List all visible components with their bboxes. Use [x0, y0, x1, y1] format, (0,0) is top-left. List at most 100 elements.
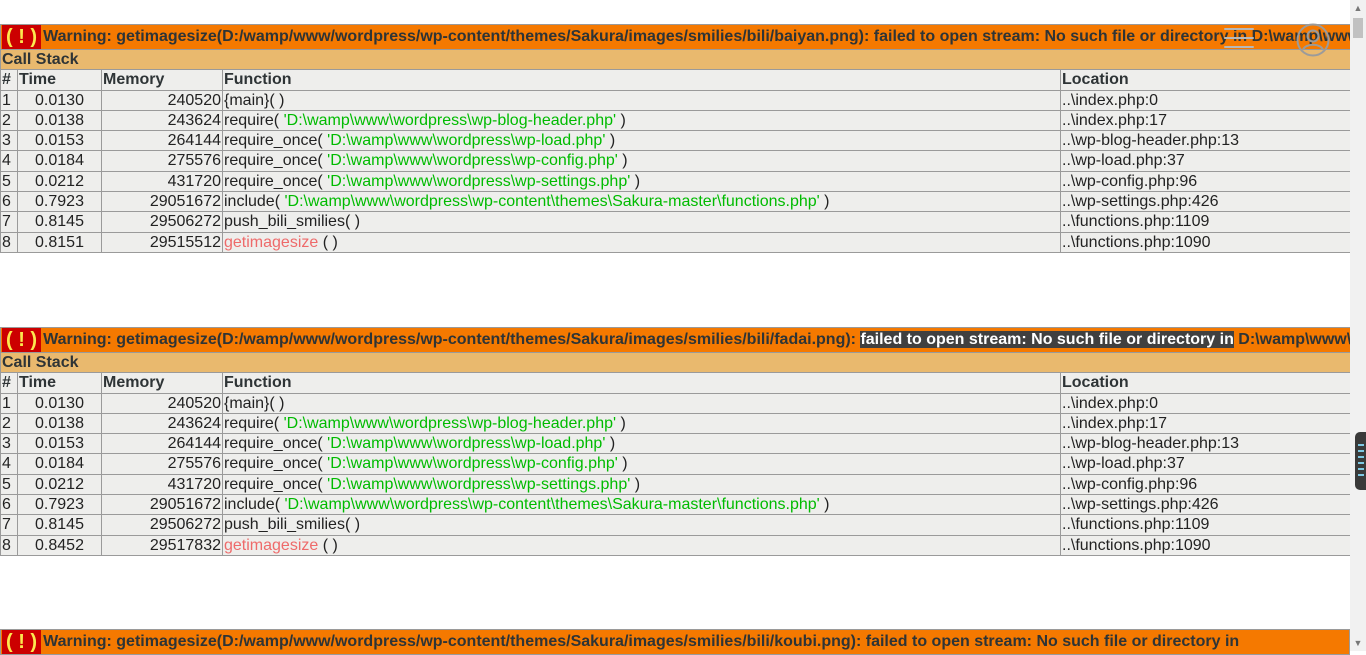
frame-time: 0.0130	[17, 392, 102, 414]
frame-location: ..\index.php:17	[1059, 109, 1352, 132]
frame-memory: 243624	[101, 412, 223, 435]
function-argument: 'D:\wamp\www\wordpress\wp-content\themes…	[284, 496, 820, 514]
frame-number: 5	[0, 473, 18, 496]
function-name[interactable]: getimagesize	[224, 234, 318, 251]
frame-number: 8	[0, 534, 18, 556]
function-name: {main}( )	[224, 91, 285, 109]
frame-function: include( 'D:\wamp\www\wordpress\wp-conte…	[222, 191, 1061, 213]
frame-location: ..\functions.php:1109	[1059, 211, 1352, 233]
frame-time: 0.0184	[17, 150, 102, 172]
xdebug-error-table: ( ! ) Warning: getimagesize(D:/wamp/www/w…	[0, 629, 1350, 655]
frame-time: 0.7923	[17, 494, 102, 516]
user-account-icon[interactable]	[1296, 23, 1330, 57]
frame-number: 3	[0, 433, 18, 455]
scrollbar-thumb[interactable]	[1353, 18, 1363, 38]
function-name: push_bili_smilies( )	[224, 213, 361, 231]
frame-number: 6	[0, 494, 18, 516]
function-closing: )	[630, 475, 641, 493]
frame-location: ..\wp-settings.php:426	[1059, 494, 1352, 516]
frame-location: ..\functions.php:1109	[1059, 514, 1352, 536]
side-widget-handle[interactable]	[1355, 432, 1366, 490]
frame-function: {main}( )	[222, 392, 1061, 414]
call-stack-row: 7 0.8145 29506272 push_bili_smilies( ) ..\fu…	[0, 514, 1352, 536]
vertical-scrollbar[interactable]: ▲ ▼	[1350, 0, 1366, 651]
scroll-down-arrow-icon[interactable]: ▼	[1350, 635, 1366, 651]
error-block-1: ( ! ) Warning: getimagesize(D:/wamp/www/w…	[0, 24, 1352, 253]
call-stack-row: 3 0.0153 264144 require_once( 'D:\wamp\www\…	[0, 130, 1352, 152]
frame-memory: 29051672	[101, 191, 223, 213]
frame-memory: 240520	[101, 89, 223, 111]
error-block-2: ( ! ) Warning: getimagesize(D:/wamp/www/w…	[0, 327, 1352, 556]
col-time: Time	[17, 372, 102, 394]
frame-number: 6	[0, 191, 18, 213]
call-stack-rows: 1 0.0130 240520 {main}( ) ..\index.php:0 2 0.0…	[0, 392, 1352, 556]
function-argument: 'D:\wamp\www\wordpress\wp-load.php'	[327, 435, 606, 453]
frame-memory: 275576	[101, 453, 223, 475]
function-name: require_once(	[224, 475, 328, 493]
frame-location: ..\wp-load.php:37	[1059, 150, 1352, 172]
scroll-up-arrow-icon[interactable]: ▲	[1350, 0, 1366, 16]
call-stack-row: 4 0.0184 275576 require_once( 'D:\wamp\www\…	[0, 453, 1352, 475]
col-memory: Memory	[101, 372, 223, 394]
frame-time: 0.0184	[17, 453, 102, 475]
function-name: require_once(	[224, 455, 328, 473]
frame-number: 4	[0, 150, 18, 172]
frame-location: ..\index.php:17	[1059, 412, 1352, 435]
frame-location: ..\index.php:0	[1059, 89, 1352, 111]
function-name[interactable]: getimagesize	[224, 537, 318, 554]
frame-location: ..\functions.php:1090	[1059, 534, 1352, 556]
function-closing: ( )	[318, 536, 338, 554]
frame-time: 0.0138	[17, 412, 102, 435]
frame-number: 7	[0, 514, 18, 536]
frame-memory: 29517832	[101, 534, 223, 556]
call-stack-row: 1 0.0130 240520 {main}( ) ..\index.php:0	[0, 392, 1352, 414]
frame-function: require_once( 'D:\wamp\www\wordpress\wp-…	[222, 433, 1061, 455]
frame-function: require( 'D:\wamp\www\wordpress\wp-blog-…	[222, 109, 1061, 132]
call-stack-header: # Time Memory Function Location	[0, 372, 1352, 394]
function-closing: )	[617, 152, 628, 170]
frame-number: 8	[0, 231, 18, 253]
hamburger-menu-icon[interactable]	[1224, 28, 1254, 50]
frame-memory: 243624	[101, 109, 223, 132]
function-closing: ( )	[318, 233, 338, 251]
warning-text: Warning: getimagesize(D:/wamp/www/wordpr…	[43, 331, 861, 349]
call-stack-row: 8 0.8452 29517832 getimagesize ( ) ..\functi…	[0, 534, 1352, 556]
frame-function: require( 'D:\wamp\www\wordpress\wp-blog-…	[222, 412, 1061, 435]
function-name: include(	[224, 496, 285, 514]
function-argument: 'D:\wamp\www\wordpress\wp-config.php'	[327, 152, 618, 170]
frame-function: require_once( 'D:\wamp\www\wordpress\wp-…	[222, 170, 1061, 193]
function-name: require(	[224, 414, 284, 432]
call-stack-row: 5 0.0212 431720 require_once( 'D:\wamp\www\…	[0, 170, 1352, 193]
frame-memory: 240520	[101, 392, 223, 414]
frame-function: push_bili_smilies( )	[222, 514, 1061, 536]
col-location: Location	[1059, 372, 1352, 394]
frame-number: 3	[0, 130, 18, 152]
call-stack-row: 5 0.0212 431720 require_once( 'D:\wamp\www\…	[0, 473, 1352, 496]
frame-time: 0.0138	[17, 109, 102, 132]
frame-number: 1	[0, 392, 18, 414]
call-stack-row: 8 0.8151 29515512 getimagesize ( ) ..\functi…	[0, 231, 1352, 253]
frame-function: require_once( 'D:\wamp\www\wordpress\wp-…	[222, 130, 1061, 152]
frame-location: ..\wp-settings.php:426	[1059, 191, 1352, 213]
call-stack-rows: 1 0.0130 240520 {main}( ) ..\index.php:0 2 0.0…	[0, 89, 1352, 253]
frame-time: 0.8151	[17, 231, 102, 253]
frame-location: ..\wp-config.php:96	[1059, 473, 1352, 496]
xdebug-error-table: ( ! ) Warning: getimagesize(D:/wamp/www/w…	[0, 327, 1352, 556]
selected-text[interactable]: failed to open stream: No such file or d…	[860, 331, 1234, 349]
frame-time: 0.0212	[17, 170, 102, 193]
col-function: Function	[222, 69, 1061, 91]
error-bang-icon: ( ! )	[2, 328, 42, 352]
xdebug-error-table: ( ! ) Warning: getimagesize(D:/wamp/www/w…	[0, 24, 1352, 253]
frame-number: 2	[0, 109, 18, 132]
frame-location: ..\wp-load.php:37	[1059, 453, 1352, 475]
frame-memory: 29515512	[101, 231, 223, 253]
call-stack-row: 2 0.0138 243624 require( 'D:\wamp\www\wordp…	[0, 412, 1352, 435]
frame-function: require_once( 'D:\wamp\www\wordpress\wp-…	[222, 453, 1061, 475]
call-stack-row: 4 0.0184 275576 require_once( 'D:\wamp\www\…	[0, 150, 1352, 172]
call-stack-row: 6 0.7923 29051672 include( 'D:\wamp\www\wor…	[0, 494, 1352, 516]
col-num: #	[0, 69, 18, 91]
frame-time: 0.8452	[17, 534, 102, 556]
frame-function: push_bili_smilies( )	[222, 211, 1061, 233]
error-block-3: ( ! ) Warning: getimagesize(D:/wamp/www/w…	[0, 629, 1350, 655]
frame-memory: 431720	[101, 170, 223, 193]
